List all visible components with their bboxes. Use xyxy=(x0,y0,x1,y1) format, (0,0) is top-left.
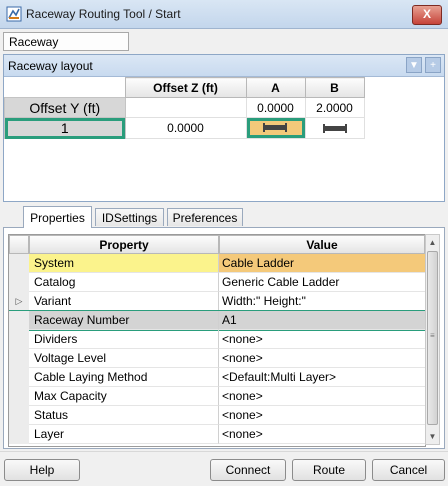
property-grid-scrollbar[interactable]: ▲ ≡ ▼ xyxy=(425,234,440,445)
property-name: Raceway Number xyxy=(29,311,219,330)
close-icon: X xyxy=(422,7,431,21)
tab-preferences[interactable]: Preferences xyxy=(167,208,243,226)
property-name: Catalog xyxy=(29,273,219,292)
col-header-offset-z[interactable]: Offset Z (ft) xyxy=(124,77,247,98)
property-name: Variant xyxy=(29,292,219,311)
window-title: Raceway Routing Tool / Start xyxy=(26,7,181,21)
tab-strip: Properties IDSettings Preferences xyxy=(3,206,445,228)
property-value[interactable]: <none> xyxy=(219,425,425,444)
offset-y-label: Offset Y (ft) xyxy=(4,97,126,118)
property-value[interactable]: <none> xyxy=(219,330,425,349)
property-name: Cable Laying Method xyxy=(29,368,219,387)
property-name: Status xyxy=(29,406,219,425)
property-name: System xyxy=(29,254,219,273)
cancel-button[interactable]: Cancel xyxy=(372,459,445,481)
help-button[interactable]: Help xyxy=(4,459,80,481)
property-column-header[interactable]: Property xyxy=(29,235,219,254)
col-header-b[interactable]: B xyxy=(304,77,365,98)
route-button[interactable]: Route xyxy=(292,459,366,481)
property-value[interactable]: <none> xyxy=(219,349,425,368)
property-row-layer[interactable]: Layer <none> xyxy=(9,425,425,444)
property-value[interactable]: <Default:Multi Layer> xyxy=(219,368,425,387)
layout-panel-header: Raceway layout ▼ + xyxy=(4,55,444,77)
property-row-status[interactable]: Status <none> xyxy=(9,406,425,425)
raceway-configuration-button[interactable]: Raceway configuration xyxy=(3,32,129,67)
property-name: Layer xyxy=(29,425,219,444)
raceway-layout-grid: Offset Z (ft) A B Offset Y (ft) 0.0000 2… xyxy=(4,77,365,139)
property-row-dividers[interactable]: Dividers <none> xyxy=(9,330,425,349)
property-name: Max Capacity xyxy=(29,387,219,406)
property-row-voltage-level[interactable]: Voltage Level <none> xyxy=(9,349,425,368)
tab-properties[interactable]: Properties xyxy=(23,206,92,228)
cable-ladder-icon xyxy=(262,123,287,132)
property-row-raceway-number[interactable]: Raceway Number A1 xyxy=(9,310,425,331)
property-grid: Property Value System Cable Ladder Catal… xyxy=(8,234,426,447)
cable-ladder-icon xyxy=(322,124,347,134)
property-row-system[interactable]: System Cable Ladder xyxy=(9,254,425,273)
property-value[interactable]: <none> xyxy=(219,406,425,425)
add-row-icon[interactable]: + xyxy=(425,57,441,73)
row-1-cell-a[interactable] xyxy=(245,117,306,139)
property-value[interactable]: Cable Ladder xyxy=(219,254,425,273)
property-value[interactable]: Generic Cable Ladder xyxy=(219,273,425,292)
property-row-variant[interactable]: ▷ Variant Width:" Height:" xyxy=(9,292,425,311)
value-column-header[interactable]: Value xyxy=(219,235,425,254)
property-grid-header: Property Value xyxy=(9,235,425,254)
property-value[interactable]: <none> xyxy=(219,387,425,406)
col-header-a[interactable]: A xyxy=(245,77,306,98)
layout-panel-title: Raceway layout xyxy=(8,59,93,73)
property-name: Voltage Level xyxy=(29,349,219,368)
app-icon xyxy=(6,6,22,22)
property-value[interactable]: Width:" Height:" xyxy=(219,292,425,311)
property-row-max-capacity[interactable]: Max Capacity <none> xyxy=(9,387,425,406)
scrollbar-thumb[interactable]: ≡ xyxy=(427,251,438,425)
property-name: Dividers xyxy=(29,330,219,349)
row-header-1[interactable]: 1 xyxy=(4,117,126,139)
divider xyxy=(0,451,448,452)
property-row-cable-laying-method[interactable]: Cable Laying Method <Default:Multi Layer… xyxy=(9,368,425,387)
row-1-offset-z[interactable]: 0.0000 xyxy=(124,117,247,139)
properties-tab-content: Property Value System Cable Ladder Catal… xyxy=(3,227,445,449)
raceway-layout-panel: Raceway layout ▼ + Offset Z (ft) A B Off… xyxy=(3,54,445,202)
scroll-down-arrow-icon[interactable]: ▼ xyxy=(426,429,439,444)
expand-chevron-icon[interactable]: ▷ xyxy=(9,292,29,311)
title-bar[interactable]: Raceway Routing Tool / Start X xyxy=(0,0,448,29)
grip-icon: ≡ xyxy=(430,331,435,340)
scroll-up-arrow-icon[interactable]: ▲ xyxy=(426,235,439,250)
connect-button[interactable]: Connect xyxy=(210,459,286,481)
offset-y-b[interactable]: 2.0000 xyxy=(304,97,365,118)
close-button[interactable]: X xyxy=(412,5,442,25)
offset-y-a[interactable]: 0.0000 xyxy=(245,97,306,118)
row-1-cell-b[interactable] xyxy=(304,117,365,139)
selected-raceway-cell[interactable] xyxy=(246,118,305,138)
raceway-routing-window: Raceway Routing Tool / Start X Raceway c… xyxy=(0,0,448,486)
tab-idsettings[interactable]: IDSettings xyxy=(95,208,164,226)
property-value[interactable]: A1 xyxy=(219,311,425,330)
collapse-panel-icon[interactable]: ▼ xyxy=(406,57,422,73)
property-row-catalog[interactable]: Catalog Generic Cable Ladder xyxy=(9,273,425,292)
